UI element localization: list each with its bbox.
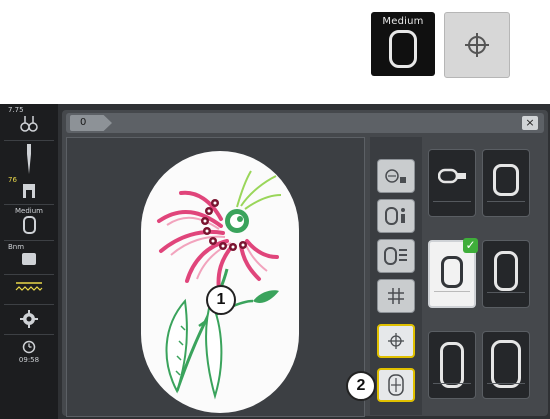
hoop-option-large-oval[interactable] xyxy=(482,240,530,308)
frame-icon xyxy=(22,253,36,265)
callout-marker-2: 2 xyxy=(346,371,376,401)
grid-button[interactable] xyxy=(377,279,415,313)
hoop-label: Medium xyxy=(15,207,43,215)
medium-hoop-icon-callout: Medium xyxy=(371,12,435,76)
grid-icon xyxy=(388,288,404,304)
hoop-item[interactable]: Medium xyxy=(2,207,56,234)
large-oval-hoop-shape-icon xyxy=(494,251,518,291)
medium-label: Medium xyxy=(382,16,424,27)
hoop-option-jumbo[interactable] xyxy=(482,331,530,399)
oval-hoop-icon xyxy=(389,30,417,68)
hoop-template-icon xyxy=(384,247,407,265)
center-hoop-icon-callout xyxy=(444,12,510,78)
clock-item: 09:58 xyxy=(2,340,56,364)
flower-design[interactable] xyxy=(141,151,299,413)
hoop-caption xyxy=(487,201,525,212)
hoop-attach-icon xyxy=(385,169,406,183)
crosshair-icon xyxy=(465,33,489,57)
stitch-pattern-icon xyxy=(15,282,43,291)
hoop-center-button[interactable] xyxy=(377,368,415,402)
hoop-option-oval-selected[interactable]: ✓ xyxy=(428,238,478,308)
maxi-hoop-shape-icon xyxy=(440,342,464,388)
tension-value: 7.75 xyxy=(8,106,24,114)
thread-tension-item[interactable]: 7.75 xyxy=(2,106,56,136)
hoop-option-maxi[interactable] xyxy=(428,331,476,399)
hoop-option-medium[interactable] xyxy=(482,149,530,217)
title-bar xyxy=(66,113,544,133)
hoop-calibrate-icon xyxy=(385,207,405,225)
hoop-caption xyxy=(433,201,471,212)
gear-icon xyxy=(20,310,38,328)
crosshair-icon xyxy=(388,333,404,349)
frame-label: Bnm xyxy=(8,243,25,251)
presser-foot-icon xyxy=(23,184,35,202)
hoop-icon xyxy=(22,216,36,234)
hoop-tab[interactable]: 0 xyxy=(70,115,112,131)
jumbo-hoop-shape-icon xyxy=(491,340,521,388)
needle-icon xyxy=(27,144,31,174)
needle-item[interactable] xyxy=(2,144,56,176)
hoop-calibrate-button[interactable] xyxy=(377,199,415,233)
hoop-attach-button[interactable] xyxy=(377,159,415,193)
stitch-item[interactable] xyxy=(2,280,56,296)
medium-hoop-shape-icon xyxy=(493,164,519,196)
hoop-caption xyxy=(487,292,525,303)
tension-icon xyxy=(20,116,38,132)
settings-item[interactable] xyxy=(2,310,56,330)
presser-foot-value: 76 xyxy=(8,176,17,184)
frame-item[interactable]: Bnm xyxy=(2,243,56,265)
oval-hoop-shape-icon xyxy=(441,256,463,288)
status-sidebar: 7.75 76 Medium Bnm 09:58 xyxy=(0,104,58,419)
small-hoop-icon xyxy=(438,168,466,184)
hoop-caption xyxy=(487,383,525,394)
hoop-caption xyxy=(433,383,471,394)
hoop-option-small[interactable] xyxy=(428,149,476,217)
center-view-button[interactable] xyxy=(377,324,415,358)
clock-icon xyxy=(22,340,36,354)
checkmark-icon: ✓ xyxy=(463,238,478,253)
clock-time: 09:58 xyxy=(18,356,40,364)
hoop-center-icon xyxy=(388,374,404,396)
callout-marker-1: 1 xyxy=(206,285,236,315)
presser-foot-item[interactable]: 76 xyxy=(2,176,56,204)
close-button[interactable]: × xyxy=(522,116,538,130)
hoop-template-button[interactable] xyxy=(377,239,415,273)
hoop-caption xyxy=(434,291,470,302)
